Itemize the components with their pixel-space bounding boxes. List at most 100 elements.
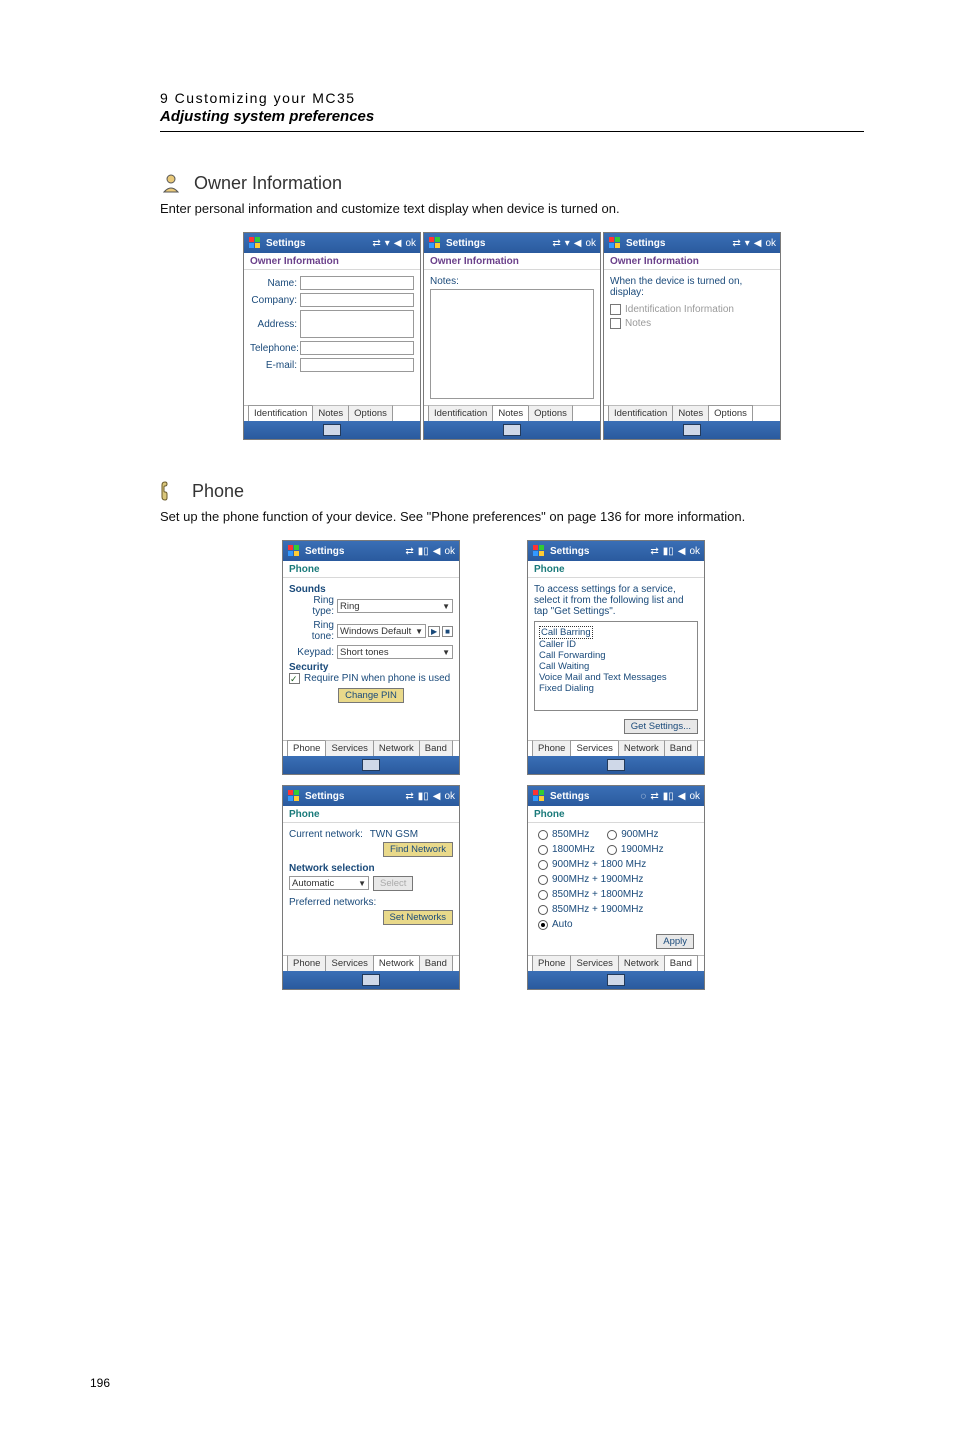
require-pin-checkbox[interactable] [289, 673, 300, 684]
band-radio-850[interactable] [538, 830, 548, 840]
system-tray: ⇄▮▯◀ok [405, 546, 455, 557]
tab-options[interactable]: Options [348, 405, 393, 421]
get-settings-button[interactable]: Get Settings... [624, 719, 698, 734]
ok-button[interactable]: ok [585, 238, 596, 249]
tab-services[interactable]: Services [570, 740, 618, 756]
services-desc: To access settings for a service, select… [534, 584, 698, 617]
owner-shot-notes: Settings ⇄ ▾ ◀ ok Owner Information Note… [423, 232, 601, 440]
tab-network[interactable]: Network [373, 740, 420, 756]
play-icon[interactable]: ▶ [428, 626, 440, 637]
address-field[interactable] [300, 310, 414, 338]
ok-button[interactable]: ok [689, 546, 700, 557]
keyboard-icon[interactable] [607, 759, 625, 771]
keyboard-icon[interactable] [503, 424, 521, 436]
band-radio-1800[interactable] [538, 845, 548, 855]
phone-shot-services: Settings ⇄▮▯◀ok Phone To access settings… [527, 540, 705, 775]
list-item[interactable]: Call Forwarding [539, 650, 606, 661]
tab-band[interactable]: Band [419, 740, 453, 756]
system-tray: ⇄ ▾ ◀ ok [552, 238, 596, 249]
find-network-button[interactable]: Find Network [383, 842, 453, 857]
set-networks-button[interactable]: Set Networks [383, 910, 454, 925]
change-pin-button[interactable]: Change PIN [338, 688, 404, 703]
owner-subheader: Owner Information [244, 253, 420, 270]
tab-phone[interactable]: Phone [287, 740, 326, 756]
signal-icon: ▮▯ [418, 791, 429, 802]
telephone-field[interactable] [300, 341, 414, 355]
tab-network[interactable]: Network [618, 740, 665, 756]
keypad-select[interactable]: Short tones [337, 645, 453, 659]
system-tray: ⇄ ▾ ◀ ok [732, 238, 776, 249]
email-field[interactable] [300, 358, 414, 372]
band-radio-900[interactable] [607, 830, 617, 840]
tab-services[interactable]: Services [325, 955, 373, 971]
tab-notes[interactable]: Notes [492, 405, 529, 421]
keyboard-icon[interactable] [362, 759, 380, 771]
notes-checkbox[interactable] [610, 318, 621, 329]
volume-icon: ◀ [574, 238, 582, 249]
tab-identification[interactable]: Identification [428, 405, 493, 421]
tab-phone[interactable]: Phone [287, 955, 326, 971]
tab-services[interactable]: Services [325, 740, 373, 756]
phone-section-text: Set up the phone function of your device… [160, 508, 864, 526]
tab-network[interactable]: Network [618, 955, 665, 971]
ok-button[interactable]: ok [689, 791, 700, 802]
tab-options[interactable]: Options [708, 405, 753, 421]
keyboard-icon[interactable] [362, 974, 380, 986]
tab-identification[interactable]: Identification [608, 405, 673, 421]
band-radio-850-1800[interactable] [538, 890, 548, 900]
phone-tabs: Phone Services Network Band [283, 740, 459, 756]
services-listbox[interactable]: Call Barring Caller ID Call Forwarding C… [534, 621, 698, 711]
tab-notes[interactable]: Notes [672, 405, 709, 421]
tab-network[interactable]: Network [373, 955, 420, 971]
band-radio-1900[interactable] [607, 845, 617, 855]
list-item[interactable]: Fixed Dialing [539, 683, 594, 694]
company-field[interactable] [300, 293, 414, 307]
tab-notes[interactable]: Notes [312, 405, 349, 421]
phone-section-title: Phone [160, 480, 864, 502]
tab-services[interactable]: Services [570, 955, 618, 971]
tab-options[interactable]: Options [528, 405, 573, 421]
page-header: 9 Customizing your MC35 Adjusting system… [160, 90, 864, 132]
name-field[interactable] [300, 276, 414, 290]
sounds-heading: Sounds [289, 584, 453, 595]
volume-icon: ◀ [433, 791, 441, 802]
tab-band[interactable]: Band [419, 955, 453, 971]
keyboard-icon[interactable] [323, 424, 341, 436]
current-network-label: Current network: [289, 829, 363, 840]
ok-button[interactable]: ok [405, 238, 416, 249]
tab-band[interactable]: Band [664, 740, 698, 756]
ringtype-select[interactable]: Ring [337, 599, 453, 613]
band-label: 850MHz [552, 829, 589, 840]
ok-button[interactable]: ok [444, 546, 455, 557]
ok-button[interactable]: ok [444, 791, 455, 802]
phone-network-body: Current network: TWN GSM Find Network Ne… [283, 823, 459, 955]
band-radio-900-1900[interactable] [538, 875, 548, 885]
apply-button[interactable]: Apply [656, 934, 694, 949]
list-item[interactable]: Voice Mail and Text Messages [539, 672, 667, 683]
tab-phone[interactable]: Phone [532, 955, 571, 971]
owner-subheader: Owner Information [604, 253, 780, 270]
keyboard-icon[interactable] [607, 974, 625, 986]
tab-phone[interactable]: Phone [532, 740, 571, 756]
keyboard-icon[interactable] [683, 424, 701, 436]
ringtone-select[interactable]: Windows Default [337, 624, 426, 638]
network-selection-heading: Network selection [289, 863, 453, 874]
owner-shot-options: Settings ⇄ ▾ ◀ ok Owner Information When… [603, 232, 781, 440]
stop-icon[interactable]: ■ [442, 626, 453, 637]
ident-info-checkbox[interactable] [610, 304, 621, 315]
ok-button[interactable]: ok [765, 238, 776, 249]
start-icon [532, 789, 546, 803]
band-radio-850-1900[interactable] [538, 905, 548, 915]
notes-textarea[interactable] [430, 289, 594, 399]
phone-subheader: Phone [528, 806, 704, 823]
tab-identification[interactable]: Identification [248, 405, 313, 421]
tab-band[interactable]: Band [664, 955, 698, 971]
network-mode-select[interactable]: Automatic [289, 876, 369, 890]
band-radio-auto[interactable] [538, 920, 548, 930]
soft-input-bar [528, 971, 704, 989]
list-item[interactable]: Call Barring [539, 626, 593, 639]
band-radio-900-1800[interactable] [538, 860, 548, 870]
list-item[interactable]: Caller ID [539, 639, 576, 650]
owner-section-text: Enter personal information and customize… [160, 200, 864, 218]
list-item[interactable]: Call Waiting [539, 661, 589, 672]
